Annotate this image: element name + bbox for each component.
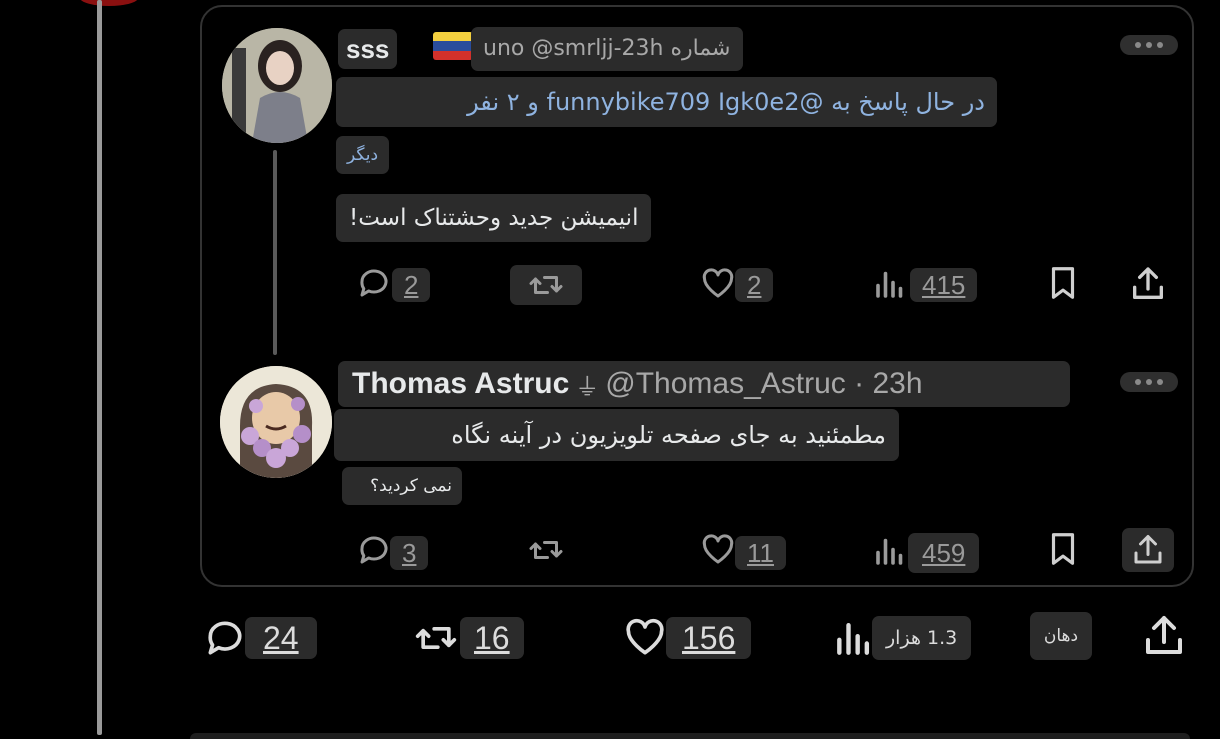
share-icon[interactable] xyxy=(1122,528,1174,572)
avatar[interactable] xyxy=(222,28,332,143)
tweet-text: انیمیشن جدید وحشتناک است! xyxy=(336,194,652,242)
retweet-icon[interactable] xyxy=(510,265,582,305)
view-count[interactable]: 1.3 هزار xyxy=(872,616,972,660)
replying-to[interactable]: در حال پاسخ به @funnybike709 Igk0e2 و ۲ … xyxy=(336,77,997,127)
thread-line xyxy=(97,0,102,735)
tweet-text-continued: نمی کردید؟ xyxy=(342,467,462,505)
like-count[interactable]: 156 xyxy=(666,617,752,659)
view-count[interactable]: 459 xyxy=(908,533,980,573)
reply-icon[interactable] xyxy=(356,532,392,568)
mute-icon: ⏚ xyxy=(575,372,600,401)
reply-count[interactable]: 3 xyxy=(390,536,429,570)
like-icon[interactable] xyxy=(622,616,668,660)
views-icon[interactable] xyxy=(832,616,876,660)
share-icon[interactable] xyxy=(1140,612,1188,660)
reply-count[interactable]: 2 xyxy=(392,268,431,302)
like-count[interactable]: 11 xyxy=(735,536,786,570)
retweet-icon[interactable] xyxy=(410,616,462,660)
views-icon[interactable] xyxy=(872,533,908,569)
more-icon[interactable] xyxy=(1120,372,1178,392)
author-name[interactable]: sss xyxy=(338,29,398,69)
reply-icon[interactable] xyxy=(202,616,248,660)
reply-thread-line xyxy=(273,150,277,355)
reply-count[interactable]: 24 xyxy=(245,617,317,659)
like-icon[interactable] xyxy=(700,266,736,302)
views-icon[interactable] xyxy=(872,266,908,302)
more-icon[interactable] xyxy=(1120,35,1178,55)
retweet-icon[interactable] xyxy=(526,532,566,568)
retweet-count[interactable]: 16 xyxy=(460,617,524,659)
view-count[interactable]: 415 xyxy=(910,268,978,302)
avatar[interactable] xyxy=(220,366,332,478)
red-decoration xyxy=(80,0,138,6)
bookmark-icon[interactable] xyxy=(1044,530,1082,568)
author-row: Thomas Astruc ⏚ @Thomas_Astruc · 23h xyxy=(338,361,1070,407)
replying-to-more[interactable]: دیگر xyxy=(336,136,390,174)
like-icon[interactable] xyxy=(700,532,736,568)
reply-icon[interactable] xyxy=(356,265,392,301)
handle-and-time[interactable]: @Thomas_Astruc · 23h xyxy=(605,367,922,401)
author-name[interactable]: Thomas Astruc xyxy=(352,367,569,401)
handle-and-time[interactable]: uno @smrljj-23h شماره xyxy=(471,27,743,71)
next-card-edge xyxy=(190,733,1190,739)
bookmark-button[interactable]: دهان xyxy=(1030,612,1092,660)
share-icon[interactable] xyxy=(1128,264,1168,304)
bookmark-icon[interactable] xyxy=(1044,264,1082,302)
like-count[interactable]: 2 xyxy=(735,268,774,302)
tweet-text: مطمئنید به جای صفحه تلویزیون در آینه نگا… xyxy=(334,409,899,461)
